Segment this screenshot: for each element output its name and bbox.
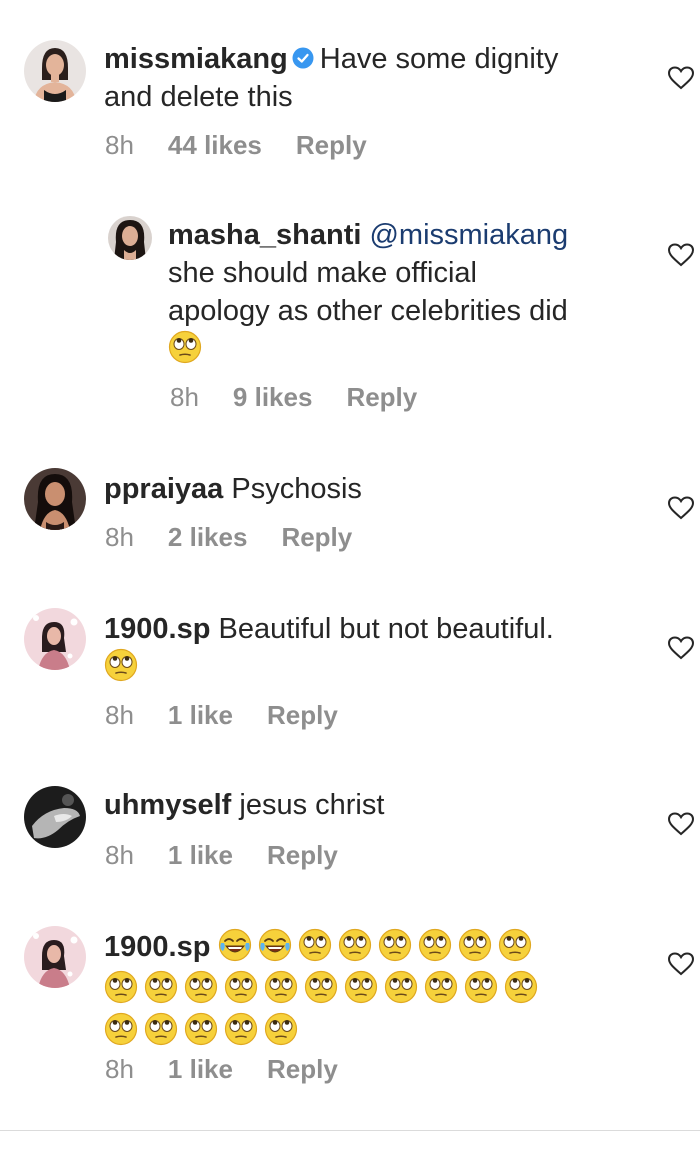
comment-text: masha_shanti @missmiakang she should mak…	[168, 216, 648, 368]
face-with-rolling-eyes-icon	[168, 330, 202, 364]
woman-avatar-icon	[24, 40, 86, 102]
comment-meta: 8h 1 like Reply	[105, 700, 338, 730]
comment-text: missmiakang Have some dignity and delete …	[104, 40, 624, 116]
reply-button[interactable]: Reply	[267, 840, 338, 870]
woman-avatar-icon	[108, 216, 152, 260]
face-with-rolling-eyes-icon	[104, 648, 138, 682]
face-with-rolling-eyes-icon	[338, 928, 372, 962]
comment-body: apology as other celebrities did	[168, 295, 568, 327]
reply-button[interactable]: Reply	[267, 1054, 338, 1084]
comment-body: Beautiful but not beautiful.	[218, 613, 554, 645]
comment-body: Have some dignity	[319, 43, 559, 75]
heart-outline-icon[interactable]	[668, 243, 694, 267]
face-with-rolling-eyes-icon	[424, 970, 458, 1004]
timestamp: 8h	[105, 840, 134, 870]
likes-count[interactable]: 1 like	[168, 840, 233, 870]
username[interactable]: 1900.sp	[104, 613, 210, 645]
face-with-rolling-eyes-icon	[458, 928, 492, 962]
face-with-rolling-eyes-icon	[264, 1012, 298, 1046]
username[interactable]: ppraiyaa	[104, 473, 223, 505]
likes-count[interactable]: 9 likes	[233, 382, 313, 412]
comment-text: uhmyself jesus christ	[104, 786, 624, 824]
face-with-rolling-eyes-icon	[418, 928, 452, 962]
comment-meta: 8h 44 likes Reply	[105, 130, 367, 160]
avatar[interactable]	[24, 40, 86, 102]
avatar[interactable]	[24, 608, 86, 670]
divider	[0, 1130, 700, 1131]
verified-badge-icon	[292, 47, 314, 69]
username[interactable]: uhmyself	[104, 789, 231, 821]
face-with-rolling-eyes-icon	[464, 970, 498, 1004]
heart-outline-icon[interactable]	[668, 952, 694, 976]
face-with-rolling-eyes-icon	[224, 1012, 258, 1046]
comment-text: 1900.sp	[104, 926, 644, 1052]
likes-count[interactable]: 2 likes	[168, 522, 248, 552]
pink-avatar-icon	[24, 926, 86, 988]
face-with-rolling-eyes-icon	[498, 928, 532, 962]
heart-outline-icon[interactable]	[668, 812, 694, 836]
face-with-rolling-eyes-icon	[144, 970, 178, 1004]
face-with-rolling-eyes-icon	[378, 928, 412, 962]
face-with-rolling-eyes-icon	[298, 928, 332, 962]
dark-avatar-icon	[24, 786, 86, 848]
avatar[interactable]	[24, 468, 86, 530]
likes-count[interactable]: 1 like	[168, 700, 233, 730]
reply-button[interactable]: Reply	[346, 382, 417, 412]
comment-body: jesus christ	[239, 789, 385, 821]
mention-link[interactable]: @missmiakang	[369, 219, 568, 251]
likes-count[interactable]: 44 likes	[168, 130, 262, 160]
comment-body: she should make official	[168, 257, 477, 289]
face-with-rolling-eyes-icon	[184, 970, 218, 1004]
comment-body: and delete this	[104, 81, 293, 113]
face-with-rolling-eyes-icon	[304, 970, 338, 1004]
username[interactable]: missmiakang	[104, 43, 288, 75]
avatar[interactable]	[108, 216, 152, 260]
face-with-rolling-eyes-icon	[104, 1012, 138, 1046]
reply-button[interactable]: Reply	[267, 700, 338, 730]
timestamp: 8h	[105, 1054, 134, 1084]
comment-body: Psychosis	[231, 473, 362, 505]
woman-avatar-icon	[24, 468, 86, 530]
face-with-rolling-eyes-icon	[504, 970, 538, 1004]
avatar[interactable]	[24, 926, 86, 988]
face-with-rolling-eyes-icon	[224, 970, 258, 1004]
face-with-tears-of-joy-icon	[258, 928, 292, 962]
face-with-rolling-eyes-icon	[104, 970, 138, 1004]
comment-meta: 8h 1 like Reply	[105, 1054, 338, 1084]
face-with-rolling-eyes-icon	[344, 970, 378, 1004]
reply-button[interactable]: Reply	[296, 130, 367, 160]
heart-outline-icon[interactable]	[668, 636, 694, 660]
comment-meta: 8h 1 like Reply	[105, 840, 338, 870]
timestamp: 8h	[105, 700, 134, 730]
comment-meta: 8h 9 likes Reply	[170, 382, 417, 412]
timestamp: 8h	[105, 130, 134, 160]
pink-avatar-icon	[24, 608, 86, 670]
timestamp: 8h	[105, 522, 134, 552]
likes-count[interactable]: 1 like	[168, 1054, 233, 1084]
heart-outline-icon[interactable]	[668, 66, 694, 90]
username[interactable]: 1900.sp	[104, 931, 210, 963]
heart-outline-icon[interactable]	[668, 496, 694, 520]
comment-text: 1900.sp Beautiful but not beautiful.	[104, 610, 664, 686]
timestamp: 8h	[170, 382, 199, 412]
face-with-rolling-eyes-icon	[184, 1012, 218, 1046]
username[interactable]: masha_shanti	[168, 219, 361, 251]
avatar[interactable]	[24, 786, 86, 848]
face-with-rolling-eyes-icon	[264, 970, 298, 1004]
face-with-rolling-eyes-icon	[144, 1012, 178, 1046]
reply-button[interactable]: Reply	[281, 522, 352, 552]
face-with-tears-of-joy-icon	[218, 928, 252, 962]
comment-text: ppraiyaa Psychosis	[104, 470, 624, 508]
face-with-rolling-eyes-icon	[384, 970, 418, 1004]
comment-meta: 8h 2 likes Reply	[105, 522, 352, 552]
